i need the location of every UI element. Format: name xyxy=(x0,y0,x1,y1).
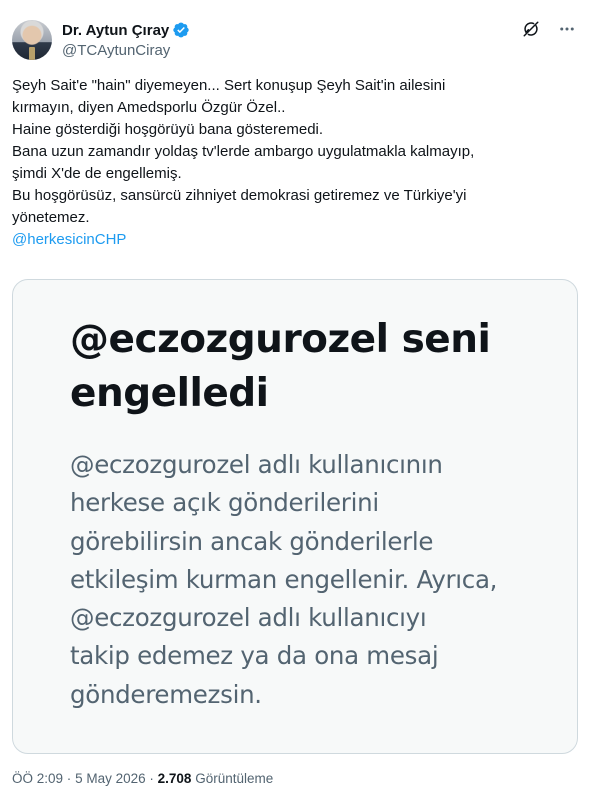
media-title-line: @eczozgurozel seni xyxy=(70,317,491,362)
views-count: 2.708 xyxy=(157,771,192,786)
meta-separator: · xyxy=(66,771,72,786)
tweet-meta: ÖÖ 2:09 · 5 May 2026 · 2.708 Görüntüleme xyxy=(12,771,273,786)
views-label: Görüntüleme xyxy=(195,771,274,786)
mention-link[interactable]: @herkesicinCHP xyxy=(12,229,572,251)
tweet-line: Bana uzun zamandır yoldaş tv'lerde ambar… xyxy=(12,143,475,160)
media-body-line: takip edemez ya da ona mesaj xyxy=(70,641,439,671)
tweet-date[interactable]: 5 May 2026 xyxy=(75,771,146,786)
tweet-time[interactable]: ÖÖ 2:09 xyxy=(12,771,63,786)
author-handle[interactable]: @TCAytunCiray xyxy=(62,42,170,59)
media-image[interactable]: @eczozgurozel seni engelledi @eczozguroz… xyxy=(12,279,578,754)
tweet-line: yönetemez. xyxy=(12,209,90,226)
avatar[interactable] xyxy=(12,20,52,60)
media-body: @eczozgurozel adlı kullanıcının herkese … xyxy=(70,446,570,714)
more-icon[interactable] xyxy=(558,20,576,38)
tweet-header: Dr. Aytun Çıray @TCAytunCiray xyxy=(12,18,584,68)
tweet-line: Haine gösterdiği hoşgörüyü bana gösterem… xyxy=(12,121,324,138)
tweet-line: kırmayın, diyen Amedsporlu Özgür Özel.. xyxy=(12,99,286,116)
header-actions xyxy=(522,20,576,38)
media-body-line: @eczozgurozel adlı kullanıcıyı xyxy=(70,603,427,633)
tweet-line: Bu hoşgörüsüz, sansürcü zihniyet demokra… xyxy=(12,187,467,204)
author-name[interactable]: Dr. Aytun Çıray xyxy=(62,22,169,39)
tweet-line: Şeyh Sait'e "hain" diyemeyen... Sert kon… xyxy=(12,77,446,94)
media-title-line: engelledi xyxy=(70,371,269,416)
tweet-text: Şeyh Sait'e "hain" diyemeyen... Sert kon… xyxy=(12,75,572,251)
media-body-line: gönderemezsin. xyxy=(70,679,262,709)
tweet-line: şimdi X'de de engellemiş. xyxy=(12,165,182,182)
meta-separator: · xyxy=(149,771,154,786)
media-body-line: görebilirsin ancak gönderilerle xyxy=(70,526,434,556)
verified-badge-icon xyxy=(173,22,189,38)
avatar-detail xyxy=(29,47,35,60)
media-body-line: herkese açık gönderilerini xyxy=(70,488,379,518)
author-name-row: Dr. Aytun Çıray xyxy=(62,21,190,39)
media-title: @eczozgurozel seni engelledi xyxy=(70,313,550,421)
media-body-line: etkileşim kurman engellenir. Ayrıca, xyxy=(70,564,498,594)
media-body-line: @eczozgurozel adlı kullanıcının xyxy=(70,450,443,479)
grok-icon[interactable] xyxy=(522,20,540,38)
